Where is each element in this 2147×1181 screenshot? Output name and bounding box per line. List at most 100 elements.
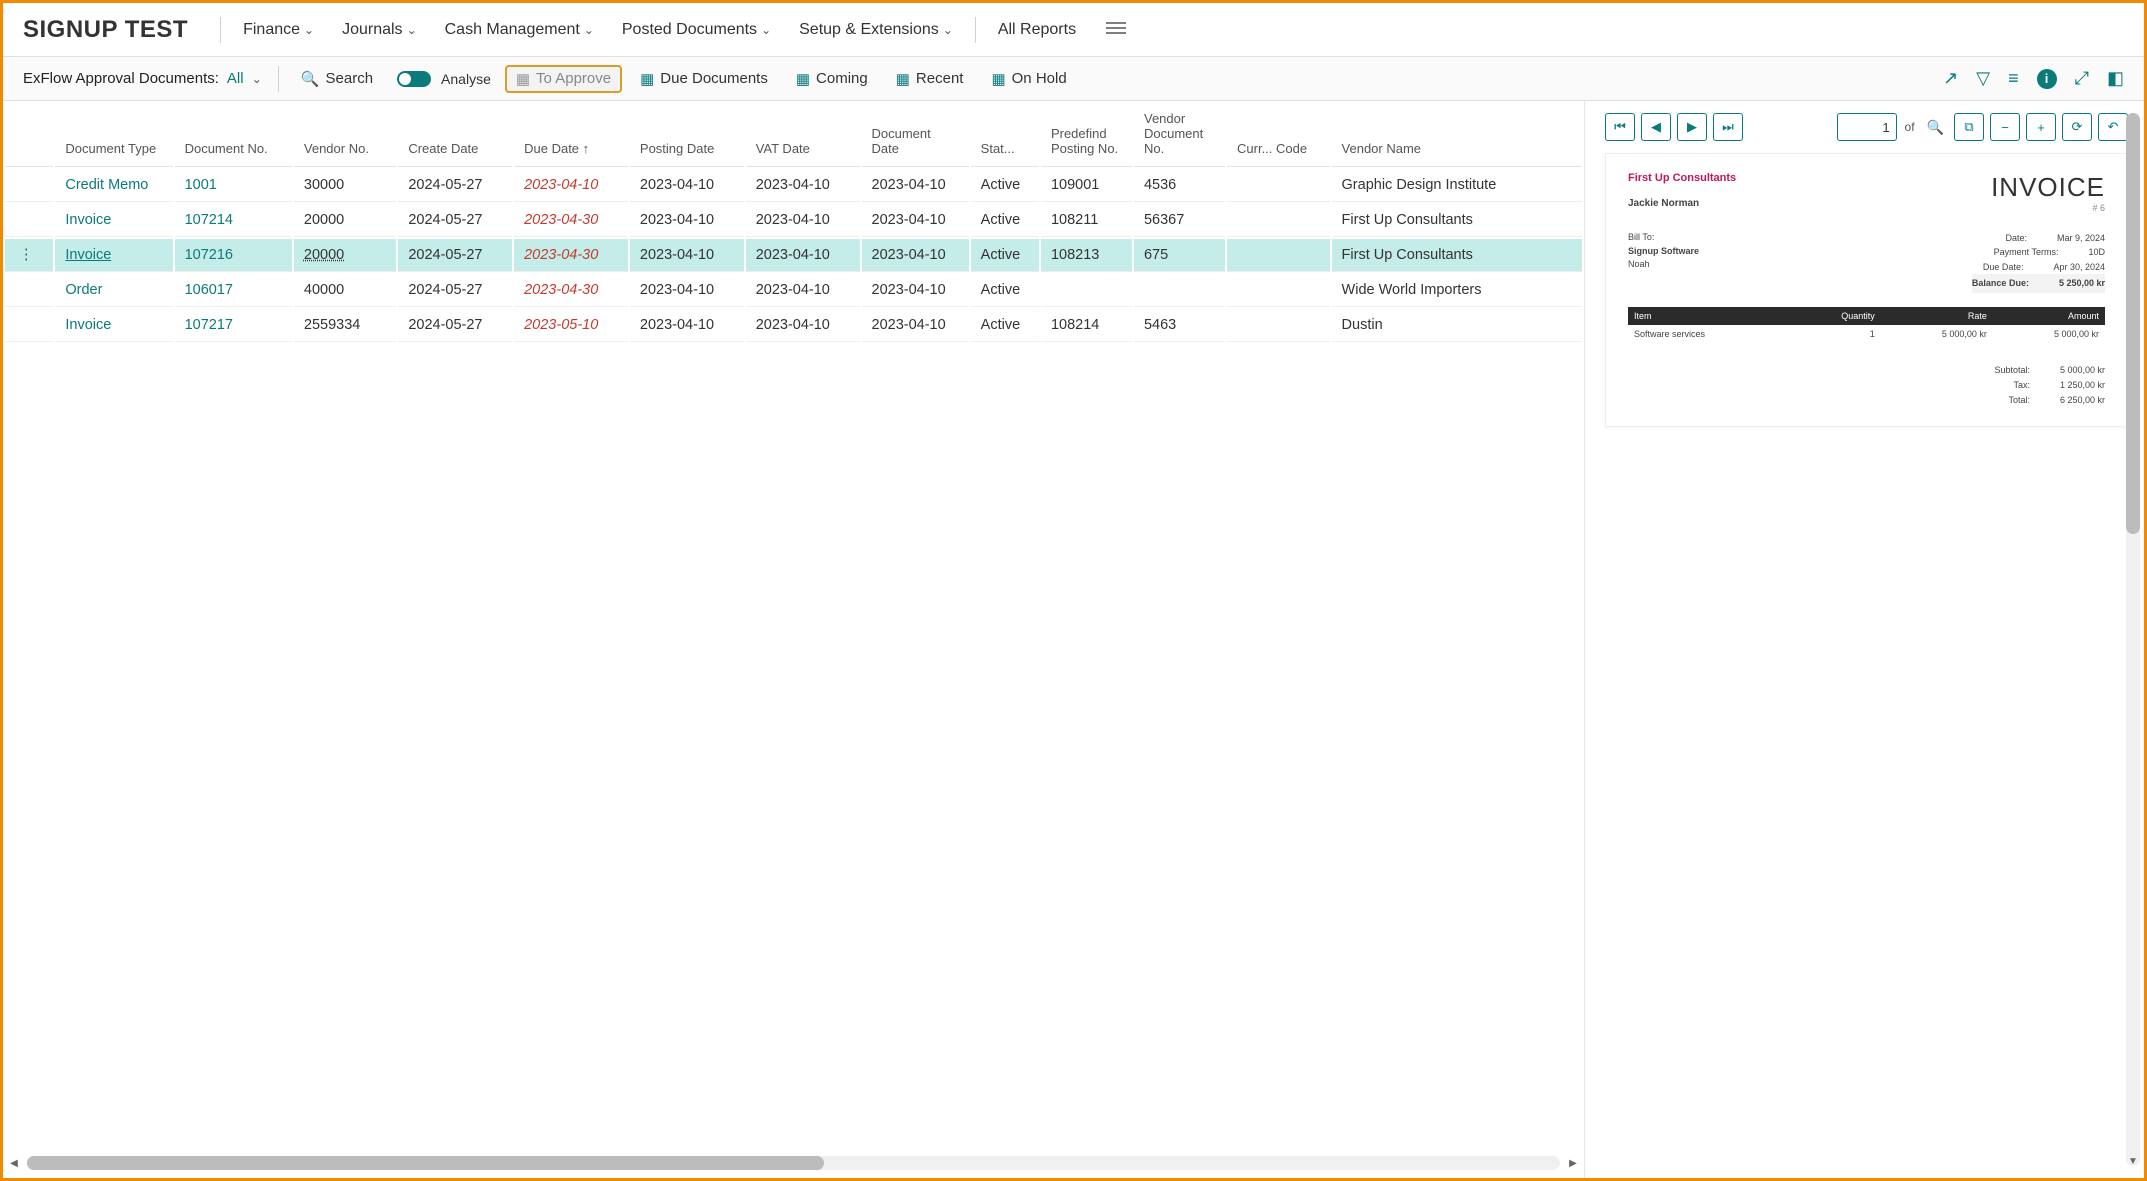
next-page-button[interactable]: ▶ <box>1677 113 1707 141</box>
scroll-thumb[interactable] <box>27 1156 824 1170</box>
create-date: 2024-05-27 <box>398 239 512 272</box>
column-header[interactable]: Predefind Posting No. <box>1041 103 1132 167</box>
posting-date: 2023-04-10 <box>630 204 744 237</box>
column-header[interactable]: Vendor No. <box>294 103 396 167</box>
docno-link[interactable]: 107214 <box>185 212 233 228</box>
new-window-button[interactable]: ⧉ <box>1954 113 1984 141</box>
vendor-no: 30000 <box>294 169 396 202</box>
column-header[interactable]: Vendor Name <box>1332 103 1582 167</box>
undo-button[interactable]: ↶ <box>2098 113 2128 141</box>
share-icon[interactable]: ↗ <box>1943 68 1958 89</box>
nav-posted-documents[interactable]: Posted Documents⌄ <box>608 21 785 39</box>
recent-button[interactable]: ▦Recent <box>886 66 974 92</box>
to-approve-button[interactable]: ▦To Approve <box>505 65 622 93</box>
scroll-right-icon[interactable]: ▶ <box>1566 1156 1580 1170</box>
column-header[interactable]: VAT Date <box>746 103 860 167</box>
filter-pane-icon[interactable]: ▽ <box>1976 68 1990 89</box>
docno-link[interactable]: 106017 <box>185 282 233 298</box>
docno-link[interactable]: 107217 <box>185 317 233 333</box>
posting-date: 2023-04-10 <box>630 274 744 307</box>
invoice-line: Software services15 000,00 kr5 000,00 kr <box>1628 325 2105 343</box>
table-row[interactable]: Invoice10721725593342024-05-272023-05-10… <box>5 309 1582 342</box>
column-header[interactable]: Vendor Document No. <box>1134 103 1225 167</box>
doctype-link[interactable]: Invoice <box>65 212 111 228</box>
column-header[interactable]: Due Date ↑ <box>514 103 628 167</box>
vendor-name: Wide World Importers <box>1332 274 1582 307</box>
zoom-in-button[interactable]: + <box>2026 113 2056 141</box>
vendor-doc-no <box>1134 274 1225 307</box>
actionbar-right: ↗ ▽ ≡ i ⤢ ◧ <box>1943 68 2124 89</box>
due-date: 2023-04-30 <box>514 204 628 237</box>
expand-icon[interactable]: ⤢ <box>2075 68 2089 89</box>
nav-cash-management[interactable]: Cash Management⌄ <box>431 21 608 39</box>
filter-icon: ▦ <box>991 70 1005 88</box>
doctype-link[interactable]: Credit Memo <box>65 177 148 193</box>
doctype-link[interactable]: Order <box>65 282 102 298</box>
predef-no: 108214 <box>1041 309 1132 342</box>
prev-page-button[interactable]: ◀ <box>1641 113 1671 141</box>
document-date: 2023-04-10 <box>862 169 969 202</box>
coming-button[interactable]: ▦Coming <box>786 66 878 92</box>
nav-journals[interactable]: Journals⌄ <box>328 21 431 39</box>
column-header[interactable]: Document Date <box>862 103 969 167</box>
table-row[interactable]: Credit Memo1001300002024-05-272023-04-10… <box>5 169 1582 202</box>
scroll-down-icon[interactable]: ▼ <box>2126 1154 2140 1168</box>
status: Active <box>971 274 1039 307</box>
bookmark-icon[interactable]: ◧ <box>2107 68 2124 89</box>
nav-finance[interactable]: Finance⌄ <box>229 21 328 39</box>
doctype-link[interactable]: Invoice <box>65 317 111 333</box>
due-date: 2023-04-10 <box>514 169 628 202</box>
vat-date: 2023-04-10 <box>746 274 860 307</box>
list-icon[interactable]: ≡ <box>2008 68 2019 89</box>
zoom-out-button[interactable]: − <box>1990 113 2020 141</box>
docno-link[interactable]: 1001 <box>185 177 217 193</box>
analyse-toggle[interactable] <box>397 71 431 87</box>
horizontal-scrollbar[interactable]: ◀ ▶ <box>27 1156 1560 1170</box>
invoice-document: First Up Consultants Jackie Norman INVOI… <box>1605 153 2128 427</box>
vendor-doc-no: 675 <box>1134 239 1225 272</box>
search-icon: 🔍 <box>301 70 320 88</box>
nav-setup-extensions[interactable]: Setup & Extensions⌄ <box>785 21 967 39</box>
zoom-icon[interactable]: 🔍 <box>1927 119 1944 136</box>
vendor-name: Graphic Design Institute <box>1332 169 1582 202</box>
invoice-meta-row: Due Date:Apr 30, 2024 <box>1972 260 2105 274</box>
row-menu-icon[interactable]: ⋮ <box>15 247 38 263</box>
table-row[interactable]: Invoice107214200002024-05-272023-04-3020… <box>5 204 1582 237</box>
table-row[interactable]: ⋮Invoice107216200002024-05-272023-04-302… <box>5 239 1582 272</box>
bill-to: Bill To: Signup Software Noah <box>1628 231 1699 293</box>
invoice-col: Quantity <box>1791 307 1881 325</box>
page-number-input[interactable] <box>1837 113 1897 141</box>
action-bar: ExFlow Approval Documents: All ⌄ 🔍Search… <box>3 57 2144 101</box>
chevron-down-icon: ⌄ <box>943 23 953 37</box>
column-header[interactable]: Document Type <box>55 103 172 167</box>
create-date: 2024-05-27 <box>398 169 512 202</box>
scroll-thumb[interactable] <box>2126 113 2140 534</box>
table-row[interactable]: Order106017400002024-05-272023-04-302023… <box>5 274 1582 307</box>
vertical-scrollbar[interactable]: ▲ ▼ <box>2126 113 2140 1166</box>
refresh-button[interactable]: ⟳ <box>2062 113 2092 141</box>
column-header[interactable]: Curr... Code <box>1227 103 1330 167</box>
divider <box>220 17 221 43</box>
due-documents-button[interactable]: ▦Due Documents <box>630 66 778 92</box>
search-button[interactable]: 🔍Search <box>291 66 383 92</box>
column-header[interactable]: Document No. <box>175 103 292 167</box>
analyse-label: Analyse <box>441 71 491 87</box>
on-hold-button[interactable]: ▦On Hold <box>981 66 1076 92</box>
column-header[interactable]: Create Date <box>398 103 512 167</box>
currency-code <box>1227 239 1330 272</box>
first-page-button[interactable]: ⏮ <box>1605 113 1635 141</box>
filter-all[interactable]: All ⌄ <box>227 70 262 87</box>
more-icon[interactable] <box>1106 21 1126 38</box>
predef-no: 109001 <box>1041 169 1132 202</box>
vendor-doc-no: 4536 <box>1134 169 1225 202</box>
doctype-link[interactable]: Invoice <box>65 247 111 263</box>
invoice-total-row: Tax:1 250,00 kr <box>1628 378 2105 393</box>
docno-link[interactable]: 107216 <box>185 247 233 263</box>
column-header[interactable]: Stat... <box>971 103 1039 167</box>
last-page-button[interactable]: ⏭ <box>1713 113 1743 141</box>
info-icon[interactable]: i <box>2037 69 2057 89</box>
nav-all-reports[interactable]: All Reports <box>984 21 1090 39</box>
column-header[interactable]: Posting Date <box>630 103 744 167</box>
scroll-left-icon[interactable]: ◀ <box>7 1156 21 1170</box>
document-preview: ⏮ ◀ ▶ ⏭ of 🔍 ⧉ − + ⟳ ↶ First Up Consulta… <box>1584 101 2144 1178</box>
